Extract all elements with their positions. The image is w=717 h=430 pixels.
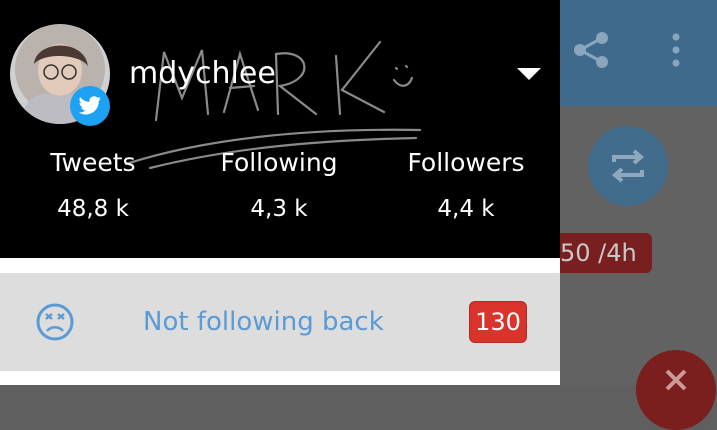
stat-tweets[interactable]: Tweets 48,8 k	[13, 146, 173, 225]
dropdown-caret-icon[interactable]	[515, 66, 543, 82]
stat-following[interactable]: Following 4,3 k	[199, 146, 359, 225]
retweet-button[interactable]	[588, 126, 668, 206]
username: mdychlee	[129, 56, 276, 91]
stat-value: 4,4 k	[437, 196, 495, 222]
stat-label: Followers	[407, 148, 525, 177]
rate-badge: 50 /4h	[546, 233, 652, 273]
divider	[0, 258, 560, 273]
more-vert-icon[interactable]	[664, 30, 688, 70]
count-badge: 130	[469, 301, 527, 343]
stat-followers[interactable]: Followers 4,4 k	[386, 146, 546, 225]
share-icon[interactable]	[572, 30, 612, 70]
stat-label: Following	[220, 148, 338, 177]
menu-item-not-following-back[interactable]: Not following back 130	[0, 273, 560, 371]
stat-label: Tweets	[50, 148, 136, 177]
stat-value: 48,8 k	[57, 196, 129, 222]
twitter-bird-icon	[70, 86, 110, 126]
drawer-header: mdychlee Tweets 48,8 k Following 4,3 k F…	[0, 0, 560, 258]
stat-value: 4,3 k	[250, 196, 308, 222]
navigation-drawer: mdychlee Tweets 48,8 k Following 4,3 k F…	[0, 0, 560, 385]
sad-face-icon	[34, 301, 76, 343]
close-icon	[665, 369, 687, 391]
retweet-icon	[611, 149, 645, 183]
drawer-bottom	[0, 371, 560, 385]
profile-stats: Tweets 48,8 k Following 4,3 k Followers …	[0, 146, 560, 236]
close-button[interactable]	[636, 350, 716, 430]
menu-item-label: Not following back	[143, 307, 384, 337]
